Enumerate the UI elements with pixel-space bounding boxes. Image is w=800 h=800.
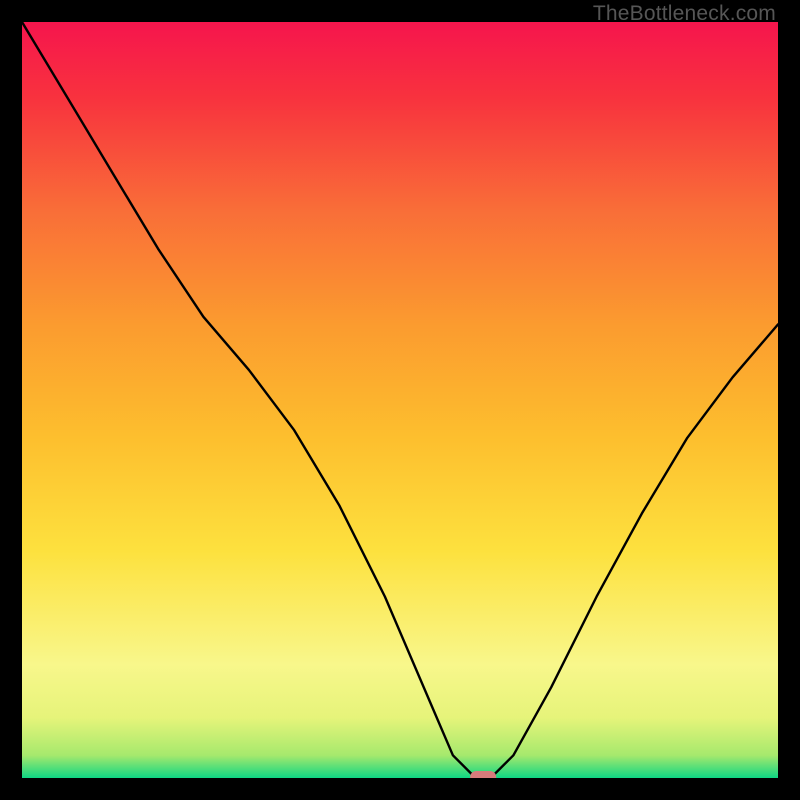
chart-frame: TheBottleneck.com [0, 0, 800, 800]
optimum-marker [470, 771, 496, 778]
chart-plot [22, 22, 778, 778]
chart-background [22, 22, 778, 778]
